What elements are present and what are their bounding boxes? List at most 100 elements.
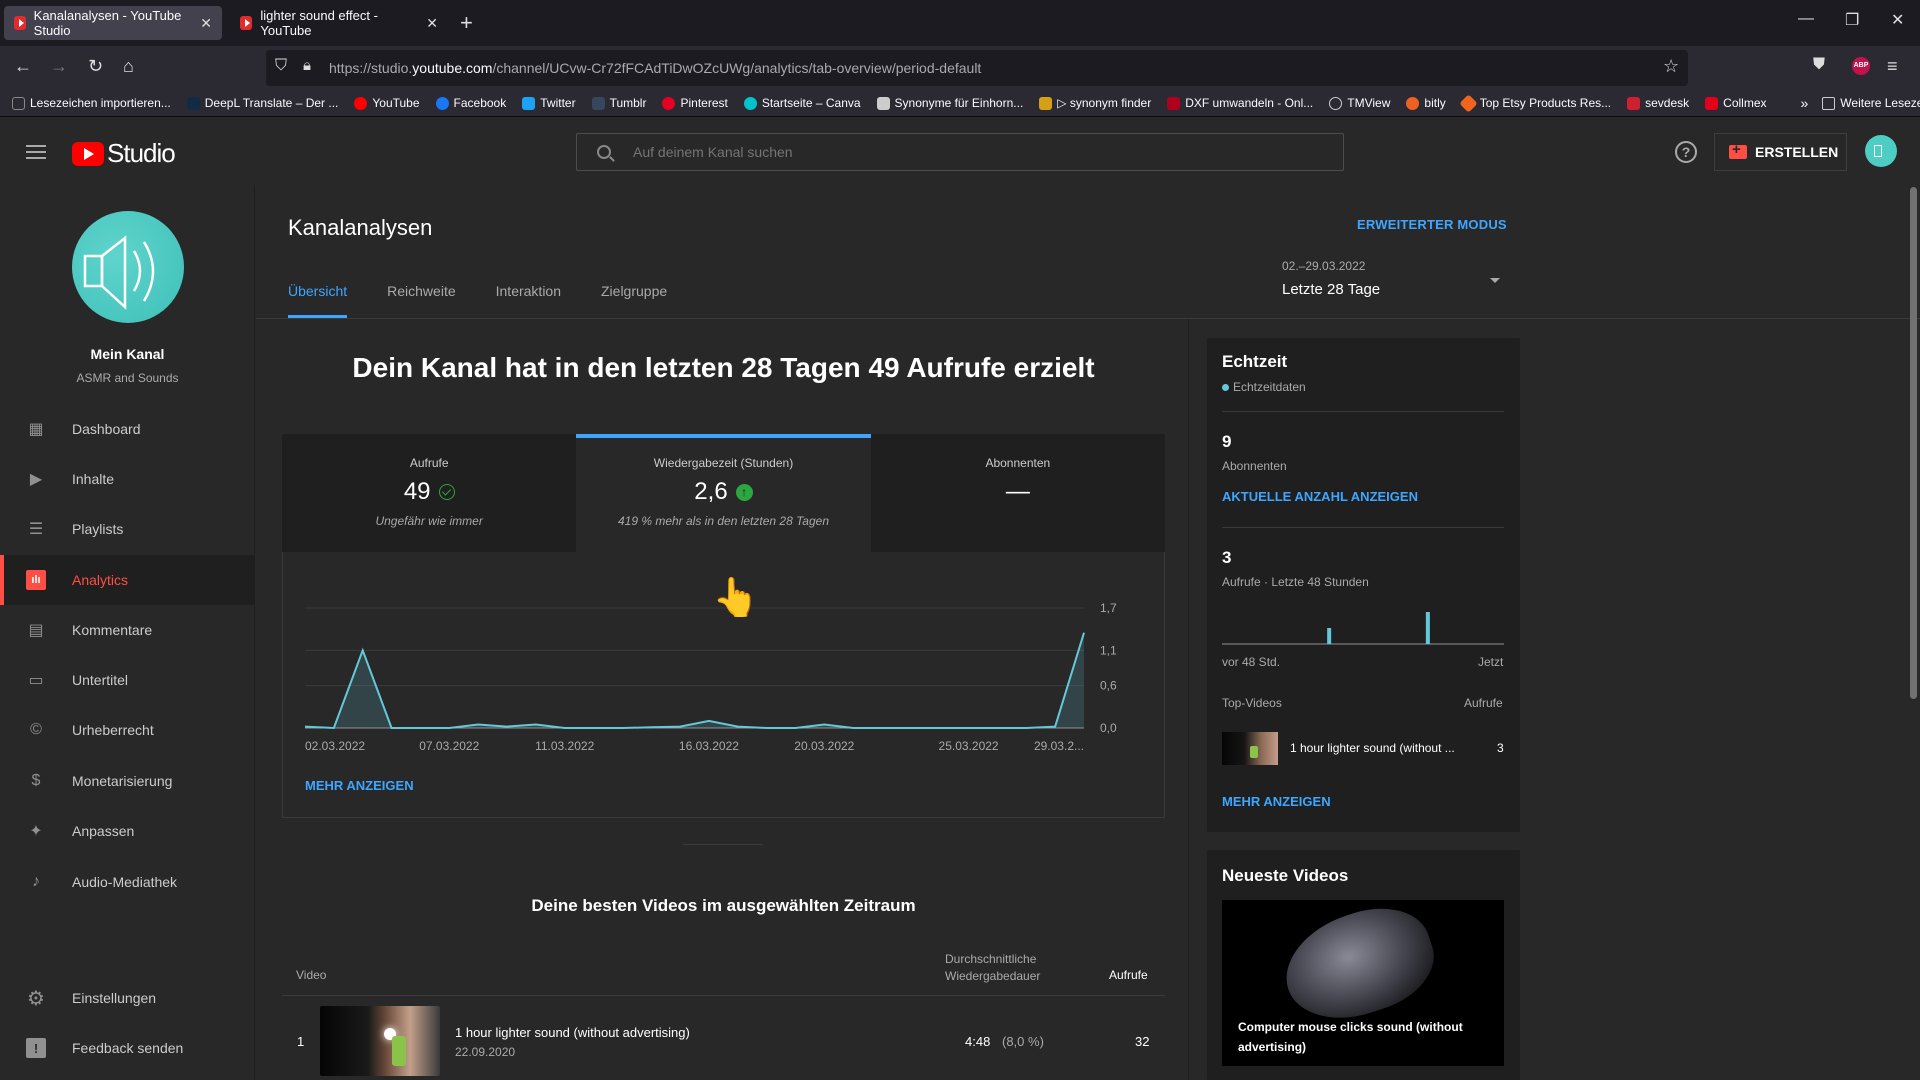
- close-tab-icon[interactable]: ✕: [426, 15, 438, 32]
- sidebar-item-monetarisierung[interactable]: $ Monetarisierung: [0, 756, 255, 806]
- metric-card-subscribers[interactable]: Abonnenten —: [870, 434, 1165, 552]
- collmex-icon: [1705, 96, 1719, 110]
- bookmark-item[interactable]: Pinterest: [662, 96, 728, 110]
- bitly-icon: [1406, 96, 1420, 110]
- bookmark-item[interactable]: Top Etsy Products Res...: [1459, 93, 1611, 113]
- adblock-icon[interactable]: ABP: [1852, 57, 1870, 75]
- metric-label: Wiedergabezeit (Stunden): [653, 456, 794, 470]
- realtime-bar[interactable]: [1327, 628, 1332, 644]
- latest-videos-title: Neueste Videos: [1222, 866, 1349, 885]
- bookmark-item[interactable]: TMView: [1329, 96, 1390, 110]
- bookmark-item[interactable]: ▷ synonym finder: [1039, 96, 1151, 110]
- top-video-title[interactable]: 1 hour lighter sound (without ...: [1290, 741, 1455, 755]
- dxf-icon: [1167, 96, 1181, 110]
- x-tick-label: 25.03.2022: [939, 739, 999, 753]
- bookmark-item[interactable]: Facebook: [435, 96, 506, 110]
- realtime-bar-chart[interactable]: [1222, 600, 1504, 646]
- advanced-mode-link[interactable]: ERWEITERTER MODUS: [1357, 217, 1507, 232]
- url-text[interactable]: https://studio.youtube.com/channel/UCvw-…: [329, 60, 981, 76]
- close-window-icon[interactable]: ✕: [1891, 10, 1904, 30]
- bookmark-star-icon[interactable]: ☆: [1663, 56, 1679, 77]
- video-title[interactable]: 1 hour lighter sound (without advertisin…: [455, 1025, 690, 1040]
- bookmark-item[interactable]: Lesezeichen importieren...: [12, 96, 171, 110]
- dashboard-icon: ▦: [28, 421, 44, 438]
- bookmark-label: Lesezeichen importieren...: [30, 96, 171, 110]
- shield-icon[interactable]: ⛉: [275, 57, 287, 75]
- bookmark-item[interactable]: Collmex: [1705, 96, 1767, 110]
- twitter-icon: [522, 96, 536, 110]
- other-bookmarks-folder[interactable]: Weitere Lesezeichen: [1822, 96, 1920, 110]
- sidebar-item-dashboard[interactable]: ▦ Dashboard: [0, 404, 255, 454]
- sidebar-item-label: Dashboard: [72, 421, 141, 437]
- lock-icon[interactable]: 🔒︎: [303, 57, 311, 74]
- tab-reichweite[interactable]: Reichweite: [387, 283, 455, 318]
- sidebar-item-analytics[interactable]: ılı Analytics: [0, 555, 255, 605]
- more-bookmarks-chevron-icon[interactable]: »: [1801, 95, 1809, 111]
- create-button[interactable]: ERSTELLEN: [1714, 133, 1847, 171]
- bookmark-item[interactable]: Startseite – Canva: [743, 96, 861, 110]
- tab-uebersicht[interactable]: Übersicht: [288, 283, 348, 318]
- close-tab-icon[interactable]: ✕: [200, 15, 212, 32]
- forward-icon[interactable]: →: [50, 56, 68, 77]
- search-icon: [597, 145, 611, 159]
- video-thumbnail[interactable]: [320, 1006, 440, 1076]
- metric-note: Ungefähr wie immer: [375, 514, 483, 528]
- sidebar-item-untertitel[interactable]: ▭ Untertitel: [0, 655, 255, 705]
- tab-zielgruppe[interactable]: Zielgruppe: [601, 283, 667, 318]
- back-icon[interactable]: ←: [14, 56, 32, 77]
- realtime-views-label: Aufrufe · Letzte 48 Stunden: [1222, 575, 1369, 589]
- browser-tab-active[interactable]: Kanalanalysen - YouTube Studio ✕: [4, 6, 222, 40]
- hamburger-menu-icon[interactable]: [26, 145, 46, 163]
- latest-video-thumbnail[interactable]: Computer mouse clicks sound (without adv…: [1222, 900, 1504, 1066]
- sidebar-item-kommentare[interactable]: ▤ Kommentare: [0, 605, 255, 655]
- sidebar-item-playlists[interactable]: ☰ Playlists: [0, 504, 255, 554]
- account-avatar[interactable]: [1865, 135, 1897, 167]
- sidebar-item-urheberrecht[interactable]: © Urheberrecht: [0, 705, 255, 755]
- metric-card-views[interactable]: Aufrufe 49 Ungefähr wie immer: [282, 434, 577, 552]
- tab-interaktion[interactable]: Interaktion: [496, 283, 561, 318]
- deepl-icon: [186, 96, 200, 110]
- copyright-icon: ©: [30, 721, 42, 738]
- youtube-studio-logo[interactable]: Studio: [72, 138, 176, 169]
- dropdown-arrow-icon[interactable]: [1490, 278, 1500, 283]
- bookmark-item[interactable]: Twitter: [522, 96, 576, 110]
- channel-avatar[interactable]: [72, 211, 184, 323]
- bookmark-item[interactable]: Synonyme für Einhorn...: [876, 96, 1023, 110]
- video-date: 22.09.2020: [455, 1045, 516, 1059]
- new-tab-button[interactable]: +: [460, 10, 473, 36]
- bookmark-item[interactable]: DeepL Translate – Der ...: [186, 96, 338, 110]
- sidebar-item-audio-mediathek[interactable]: ♪ Audio-Mediathek: [0, 857, 255, 907]
- synonyme-icon: [876, 96, 890, 110]
- channel-search[interactable]: [576, 133, 1344, 171]
- bookmark-item[interactable]: DXF umwandeln - Onl...: [1167, 96, 1313, 110]
- reload-icon[interactable]: ↻: [88, 56, 103, 77]
- browser-tab[interactable]: lighter sound effect - YouTube ✕: [230, 6, 448, 40]
- col-header-views[interactable]: Aufrufe: [1109, 968, 1148, 982]
- date-range-picker[interactable]: 02.–29.03.2022 Letzte 28 Tage: [1282, 259, 1380, 298]
- restore-icon[interactable]: ❐: [1845, 10, 1859, 30]
- sidebar-item-einstellungen[interactable]: ⚙ Einstellungen: [0, 973, 255, 1023]
- page-scrollbar[interactable]: [1910, 187, 1917, 699]
- search-input[interactable]: [633, 144, 1233, 160]
- bookmark-item[interactable]: sevdesk: [1627, 96, 1689, 110]
- home-icon[interactable]: ⌂: [123, 56, 134, 77]
- pocket-icon[interactable]: ⛊: [1813, 56, 1825, 74]
- realtime-bar[interactable]: [1425, 612, 1430, 644]
- metric-cards: Aufrufe 49 Ungefähr wie immer Wiedergabe…: [282, 434, 1165, 552]
- show-more-link[interactable]: MEHR ANZEIGEN: [305, 778, 414, 793]
- help-icon[interactable]: ?: [1675, 141, 1697, 163]
- top-video-thumbnail[interactable]: [1222, 732, 1278, 765]
- realtime-show-more-link[interactable]: MEHR ANZEIGEN: [1222, 794, 1331, 809]
- sidebar-item-label: Audio-Mediathek: [72, 874, 178, 890]
- browser-menu-icon[interactable]: ≡: [1887, 56, 1898, 77]
- metric-card-watch-time[interactable]: Wiedergabezeit (Stunden) 2,6 419 % mehr …: [576, 434, 871, 552]
- bookmark-item[interactable]: Tumblr: [591, 96, 646, 110]
- col-header-line: Wiedergabedauer: [945, 969, 1041, 983]
- minimize-icon[interactable]: —: [1798, 10, 1814, 28]
- bookmark-item[interactable]: YouTube: [354, 96, 420, 110]
- sidebar-item-anpassen[interactable]: ✦ Anpassen: [0, 806, 255, 856]
- bookmark-item[interactable]: bitly: [1406, 96, 1446, 110]
- show-current-count-link[interactable]: AKTUELLE ANZAHL ANZEIGEN: [1222, 489, 1418, 504]
- sidebar-item-feedback[interactable]: ! Feedback senden: [0, 1023, 255, 1073]
- sidebar-item-inhalte[interactable]: ▶ Inhalte: [0, 454, 255, 504]
